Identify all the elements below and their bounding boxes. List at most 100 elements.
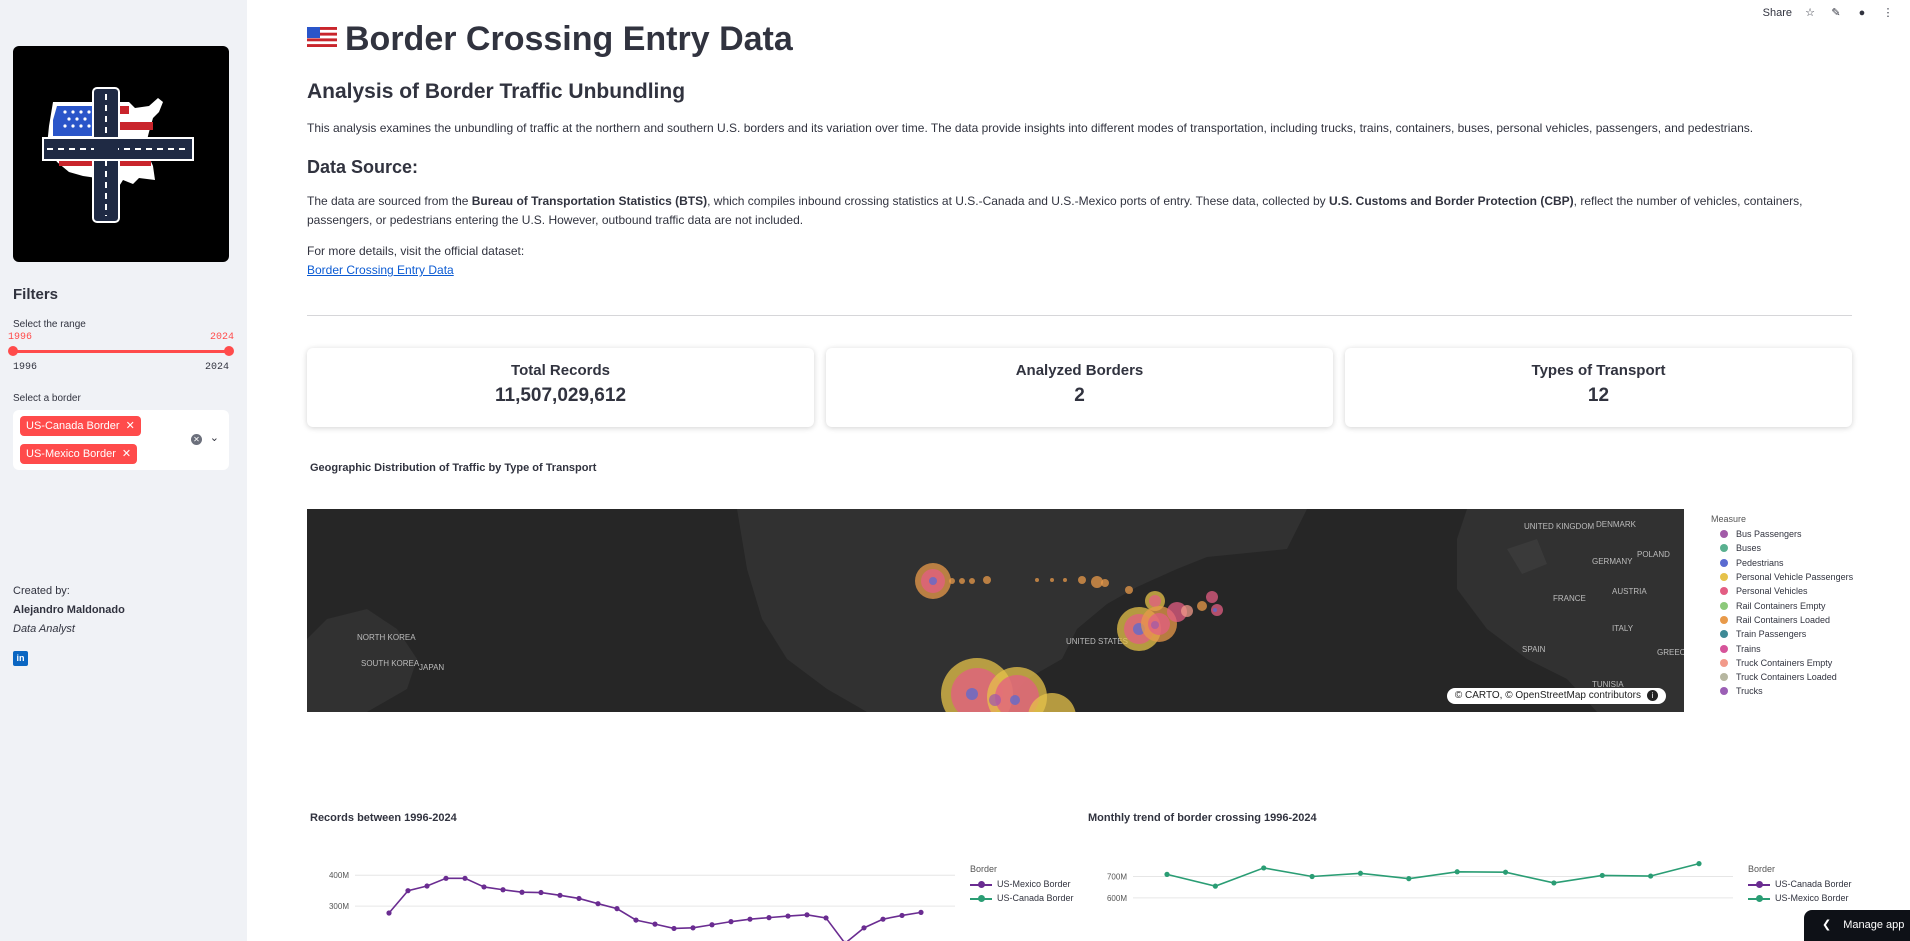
- tag-remove-icon[interactable]: ✕: [122, 448, 131, 460]
- legend-dot-icon: [1720, 615, 1728, 624]
- tag-remove-icon[interactable]: ✕: [126, 420, 135, 432]
- star-icon[interactable]: ☆: [1802, 5, 1818, 21]
- data-point: [747, 916, 753, 922]
- attribution-text: © CARTO, © OpenStreetMap contributors: [1454, 690, 1641, 701]
- page-title: Border Crossing Entry Data: [307, 20, 793, 59]
- border-multiselect[interactable]: US-Canada Border ✕ US-Mexico Border ✕ ✕ ⌄: [13, 410, 229, 470]
- analysis-subtitle: Analysis of Border Traffic Unbundling: [307, 80, 686, 103]
- data-point: [576, 895, 582, 902]
- legend-item[interactable]: Bus Passengers: [1711, 527, 1853, 541]
- slider-high-thumb[interactable]: [224, 346, 234, 356]
- legend-label: US-Mexico Border: [997, 879, 1071, 890]
- share-button[interactable]: Share: [1763, 7, 1792, 19]
- data-point: [785, 913, 791, 919]
- legend-item[interactable]: US-Canada Border: [1748, 877, 1852, 891]
- metric-label: Total Records: [511, 362, 610, 379]
- legend-item[interactable]: US-Mexico Border: [1748, 891, 1852, 905]
- data-point: [690, 925, 696, 931]
- y-tick-label: 600M: [1107, 894, 1127, 903]
- metric-analyzed-borders: Analyzed Borders 2: [826, 348, 1333, 427]
- data-point: [804, 912, 810, 918]
- metric-value: 11,507,029,612: [494, 385, 627, 406]
- manage-app-label: Manage app: [1843, 919, 1905, 931]
- slider-max-label: 2024: [204, 362, 229, 373]
- legend-label: Rail Containers Empty: [1736, 600, 1826, 611]
- pencil-icon[interactable]: ✎: [1828, 5, 1844, 21]
- legend-item[interactable]: Buses: [1711, 541, 1853, 555]
- legend-dot-icon: [1720, 630, 1728, 639]
- place-label: UNITED STATES: [1066, 637, 1128, 646]
- legend-item[interactable]: Personal Vehicles: [1711, 584, 1853, 598]
- map-title: Geographic Distribution of Traffic by Ty…: [310, 462, 597, 474]
- place-label: POLAND: [1637, 550, 1670, 559]
- legend-item[interactable]: Pedestrians: [1711, 556, 1853, 570]
- legend-label: Bus Passengers: [1736, 529, 1802, 540]
- legend-dot-icon: [1720, 687, 1728, 696]
- data-point: [1648, 873, 1654, 879]
- legend-title: Measure: [1711, 514, 1747, 524]
- github-icon[interactable]: ●: [1854, 5, 1870, 21]
- legend-label: Pedestrians: [1736, 557, 1784, 568]
- legend-item[interactable]: Truck Containers Empty: [1711, 656, 1853, 670]
- map-canvas[interactable]: UNITED KINGDOM DENMARK POLAND GERMANY FR…: [307, 509, 1684, 712]
- author-name: Alejandro Maldonado: [13, 604, 125, 616]
- legend-label: US-Canada Border: [997, 893, 1074, 904]
- legend-item[interactable]: Trucks: [1711, 684, 1853, 698]
- metric-label: Analyzed Borders: [1015, 362, 1144, 379]
- info-icon[interactable]: i: [1647, 690, 1658, 701]
- data-point: [1212, 883, 1218, 889]
- legend-dot-icon: [1720, 644, 1728, 653]
- tag-us-canada[interactable]: US-Canada Border ✕: [20, 416, 141, 436]
- legend-label: US-Canada Border: [1775, 879, 1852, 890]
- tag-us-mexico[interactable]: US-Mexico Border ✕: [20, 444, 138, 464]
- place-label: JAPAN: [419, 663, 444, 672]
- legend-item[interactable]: Train Passengers: [1711, 627, 1853, 641]
- data-point: [823, 915, 829, 921]
- legend-item[interactable]: Truck Containers Loaded: [1711, 670, 1853, 684]
- y-tick-label: 400M: [329, 871, 349, 880]
- legend-item[interactable]: Trains: [1711, 641, 1853, 655]
- legend-item[interactable]: Rail Containers Loaded: [1711, 613, 1853, 627]
- series-line: [388, 877, 922, 941]
- more-vert-icon[interactable]: ⋮: [1880, 5, 1896, 21]
- year-range-slider[interactable]: 1996 2024 1996 2024: [8, 332, 234, 373]
- data-source-paragraph: The data are sourced from the Bureau of …: [307, 192, 1852, 230]
- slider-min-label: 1996: [13, 362, 38, 373]
- legend-item[interactable]: US-Canada Border: [970, 891, 1074, 905]
- data-point: [538, 889, 544, 896]
- slider-high-value: 2024: [209, 332, 234, 343]
- legend-label: US-Mexico Border: [1775, 893, 1849, 904]
- legend-item[interactable]: Rail Containers Empty: [1711, 598, 1853, 612]
- data-point: [766, 915, 772, 921]
- chevron-down-icon[interactable]: ⌄: [210, 431, 219, 444]
- legend-dot-icon: [1720, 573, 1728, 582]
- data-point: [1406, 876, 1412, 882]
- clear-all-icon[interactable]: ✕: [191, 434, 202, 445]
- data-point: [614, 906, 620, 912]
- records-line-chart[interactable]: 400M 300M: [307, 855, 957, 941]
- slider-track[interactable]: [13, 350, 229, 353]
- legend-dot-icon: [1720, 544, 1728, 553]
- legend-item[interactable]: Personal Vehicle Passengers: [1711, 570, 1853, 584]
- dataset-link[interactable]: Border Crossing Entry Data: [307, 263, 454, 277]
- range-label: Select the range: [13, 319, 86, 330]
- data-point: [1551, 880, 1557, 886]
- legend-dot-icon: [1720, 658, 1728, 667]
- y-tick-label: 300M: [329, 902, 349, 911]
- divider: [307, 315, 1852, 316]
- traffic-map[interactable]: UNITED KINGDOM DENMARK POLAND GERMANY FR…: [307, 509, 1684, 712]
- linkedin-icon[interactable]: in: [13, 651, 28, 666]
- monthly-chart-legend: Border US-Canada Border US-Mexico Border: [1748, 864, 1852, 906]
- data-point: [557, 892, 563, 898]
- manage-app-button[interactable]: ❮ Manage app: [1804, 910, 1910, 941]
- legend-dot-icon: [1720, 601, 1728, 610]
- monthly-line-chart[interactable]: 700M 600M: [1085, 855, 1735, 941]
- data-point: [519, 889, 525, 895]
- metric-value: 12: [1587, 385, 1610, 406]
- legend-item[interactable]: US-Mexico Border: [970, 877, 1074, 891]
- data-point: [443, 875, 449, 881]
- slider-low-thumb[interactable]: [8, 346, 18, 356]
- data-point: [728, 919, 734, 925]
- data-point: [633, 917, 639, 923]
- legend-label: Truck Containers Empty: [1736, 657, 1833, 668]
